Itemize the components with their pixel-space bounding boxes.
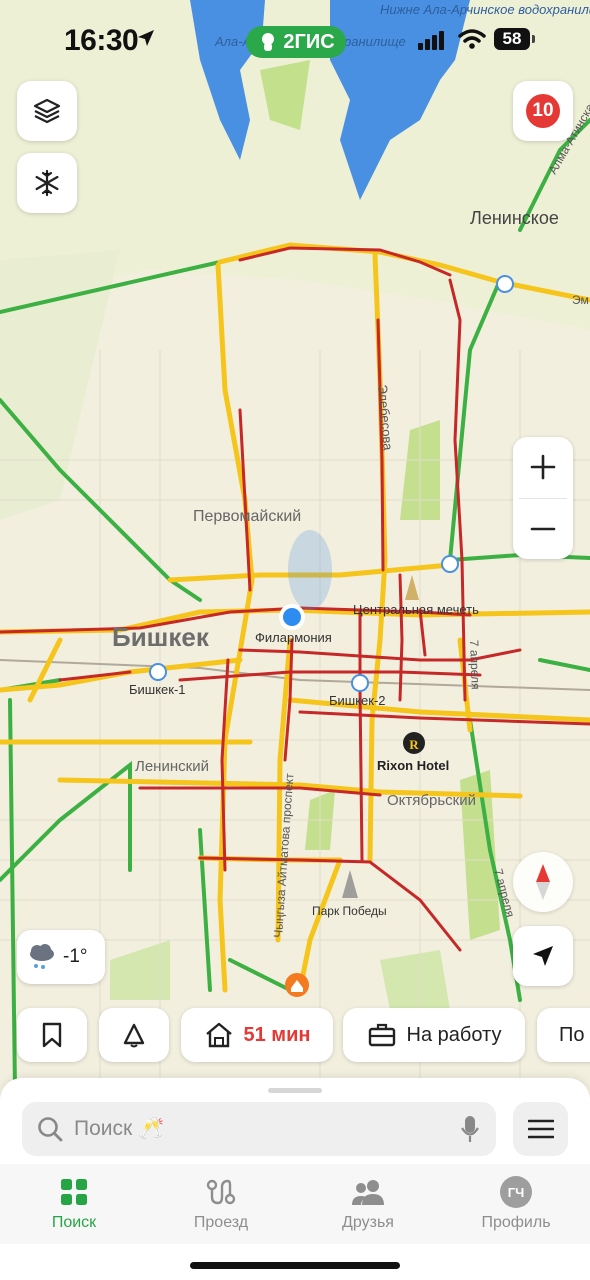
- sheet-grabber[interactable]: [268, 1088, 322, 1093]
- signal-icon: [418, 31, 444, 50]
- avatar: ГЧ: [500, 1176, 532, 1208]
- label-leninsky: Ленинский: [135, 758, 209, 775]
- tab-profile[interactable]: ГЧ Профиль: [461, 1176, 571, 1232]
- status-time: 16:30: [64, 24, 139, 57]
- quick-actions-row: 51 мин На работу По: [0, 1008, 590, 1064]
- home-route-time: 51 мин: [243, 1023, 311, 1046]
- menu-button[interactable]: [513, 1102, 568, 1156]
- weather-widget[interactable]: -1°: [17, 930, 105, 984]
- bottom-sheet: Поиск 🥂 Поиск Проезд Друзья ГЧ Профиль: [0, 1078, 590, 1280]
- snowflake-icon: [35, 169, 59, 197]
- label-pervomaisky: Первомайский: [193, 508, 301, 525]
- compass-button[interactable]: [513, 852, 573, 912]
- label-bishkek: Бишкек: [112, 622, 210, 652]
- tab-friends-label: Друзья: [342, 1214, 394, 1231]
- layers-icon: [33, 98, 61, 124]
- label-leninskoe: Ленинское: [470, 208, 559, 228]
- wifi-icon: [458, 29, 486, 49]
- minus-icon: [530, 527, 556, 531]
- hamburger-icon: [527, 1119, 554, 1139]
- bell-icon: [123, 1023, 145, 1048]
- winter-mode-button[interactable]: [17, 153, 77, 213]
- layers-button[interactable]: [17, 81, 77, 141]
- label-rixon: Rixon Hotel: [377, 758, 449, 773]
- plus-icon: [530, 454, 556, 480]
- notifications-badge: 10: [526, 94, 560, 128]
- route-icon: [206, 1179, 236, 1205]
- brand-text: 2ГИС: [283, 30, 335, 53]
- tab-route-label: Проезд: [193, 1214, 249, 1231]
- battery-indicator: 58: [494, 28, 530, 50]
- map-view[interactable]: R Ала-Арчинское водохранилище Нижне Ала-…: [0, 0, 590, 1090]
- tab-friends[interactable]: Друзья: [313, 1176, 423, 1232]
- weather-temperature: -1°: [63, 946, 88, 967]
- tab-search[interactable]: Поиск: [19, 1176, 129, 1232]
- tab-bar: Поиск Проезд Друзья ГЧ Профиль: [0, 1164, 590, 1244]
- navigation-arrow-icon: [533, 946, 553, 966]
- tab-route[interactable]: Проезд: [166, 1176, 276, 1232]
- compass-icon: [536, 864, 550, 900]
- bookmarks-chip[interactable]: [17, 1008, 87, 1062]
- grid-icon: [61, 1179, 87, 1205]
- brand-pill[interactable]: 2ГИС: [246, 26, 346, 58]
- home-icon: [205, 1022, 232, 1048]
- label-bishkek2: Бишкек-2: [329, 693, 386, 708]
- label-park-pobedy: Парк Победы: [312, 904, 387, 918]
- home-indicator: [190, 1262, 400, 1269]
- dog-logo-icon: [262, 33, 275, 51]
- more-chip-label: По: [559, 1023, 585, 1046]
- more-chip[interactable]: По: [537, 1008, 590, 1062]
- search-placeholder: Поиск 🥂: [74, 1117, 165, 1140]
- snow-cloud-icon: [30, 944, 54, 969]
- label-em: Эм: [572, 293, 589, 307]
- label-apr7-a: 7 апреля: [467, 640, 483, 690]
- my-location-button[interactable]: [513, 926, 573, 986]
- status-bar: 16:30 2ГИС 58: [0, 0, 590, 80]
- tab-profile-label: Профиль: [481, 1214, 551, 1231]
- search-bar[interactable]: Поиск 🥂: [22, 1102, 496, 1156]
- label-central-mosque: Центральная мечеть: [353, 602, 479, 617]
- battery-tip: [532, 35, 535, 43]
- svg-text:R: R: [409, 737, 419, 752]
- bookmark-icon: [42, 1022, 62, 1048]
- briefcase-icon: [368, 1023, 395, 1047]
- work-route-chip[interactable]: На работу: [343, 1008, 525, 1062]
- work-route-label: На работу: [406, 1023, 502, 1046]
- label-oktyabrsky: Октябрьский: [387, 792, 476, 809]
- notifications-bell-chip[interactable]: [99, 1008, 169, 1062]
- notifications-button[interactable]: 10: [513, 81, 573, 141]
- microphone-icon[interactable]: [460, 1115, 480, 1143]
- zoom-out-button[interactable]: [513, 499, 573, 559]
- tab-search-label: Поиск: [51, 1214, 97, 1231]
- search-icon: [38, 1117, 63, 1142]
- zoom-control: [513, 437, 573, 559]
- home-route-chip[interactable]: 51 мин: [181, 1008, 333, 1062]
- label-bishkek1: Бишкек-1: [129, 682, 186, 697]
- location-arrow-icon: [138, 30, 154, 46]
- friends-icon: [352, 1180, 384, 1205]
- label-philharmonia: Филармония: [255, 630, 332, 645]
- zoom-in-button[interactable]: [513, 437, 573, 497]
